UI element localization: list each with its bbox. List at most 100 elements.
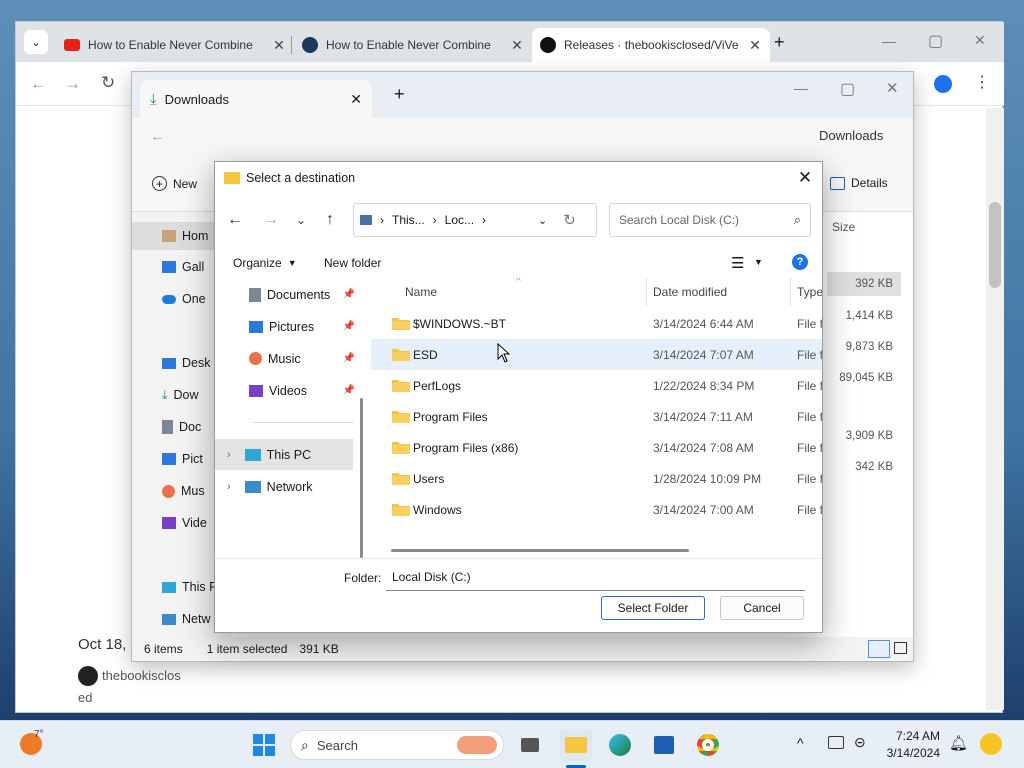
list-item[interactable]: Windows 3/14/2024 7:00 AM File fo	[371, 494, 822, 525]
plus-icon: +	[152, 176, 167, 191]
view-options-icon[interactable]: ☰	[731, 254, 744, 272]
horizontal-scrollbar[interactable]	[391, 549, 689, 552]
address-bar[interactable]: › This... › Loc... › ⌄ ↻	[353, 203, 597, 237]
breadcrumb-this-pc[interactable]: This...	[392, 213, 425, 227]
clock-date[interactable]: 3/14/2024	[872, 746, 940, 760]
tiles-view-icon[interactable]	[894, 642, 907, 654]
type-column-header[interactable]: Type	[797, 285, 822, 299]
chrome-tab-3[interactable]: Releases · thebookisclosed/ViVe ✕	[532, 28, 770, 62]
refresh-icon[interactable]: ↻	[563, 211, 576, 229]
help-icon[interactable]: ?	[792, 254, 808, 270]
chrome-scrollbar[interactable]	[986, 108, 1004, 710]
tree-item-pictures[interactable]: Pictures 📌	[215, 311, 355, 342]
location-icon	[360, 215, 372, 225]
new-button[interactable]: + New	[152, 176, 197, 191]
new-folder-button[interactable]: New folder	[324, 256, 381, 270]
list-item[interactable]: $WINDOWS.~BT 3/14/2024 6:44 AM File fo	[371, 308, 822, 339]
select-folder-button[interactable]: Select Folder	[601, 596, 705, 620]
explorer-minimize-button[interactable]: —	[794, 80, 808, 96]
forward-icon[interactable]: →	[64, 74, 81, 94]
list-item[interactable]: Users 1/28/2024 10:09 PM File fo	[371, 463, 822, 494]
document-icon	[249, 287, 261, 302]
address-dropdown-icon[interactable]: ⌄	[538, 214, 547, 227]
scrollbar-thumb[interactable]	[989, 202, 1001, 288]
pictures-icon	[162, 453, 176, 465]
dialog-title-bar: Select a destination	[215, 162, 822, 193]
tree-item-network[interactable]: › Network	[215, 471, 355, 502]
author-name-cont[interactable]: ed	[78, 690, 92, 705]
author-name[interactable]: thebookisclos	[102, 668, 181, 683]
chevron-right-icon[interactable]: ›	[227, 449, 231, 461]
list-item[interactable]: ESD 3/14/2024 7:07 AM File fo	[371, 339, 822, 370]
tree-item-music[interactable]: Music 📌	[215, 343, 355, 374]
details-button[interactable]: Details	[830, 176, 888, 190]
details-view-icon[interactable]	[868, 640, 890, 658]
taskbar-search[interactable]: ⌕ Search	[290, 730, 504, 760]
date-column-header[interactable]: Date modified	[653, 285, 727, 299]
copilot-icon[interactable]	[980, 733, 1002, 755]
notification-bell-icon[interactable]: 🔔︎	[949, 734, 968, 752]
breadcrumb-local-disk[interactable]: Loc...	[445, 213, 474, 227]
chrome-icon[interactable]	[692, 729, 724, 761]
explorer-close-button[interactable]: ✕	[886, 79, 899, 97]
profile-avatar-icon[interactable]	[934, 75, 952, 93]
author-avatar	[78, 666, 98, 686]
folder-type: File fo	[797, 410, 822, 424]
tree-scrollbar[interactable]	[360, 398, 363, 558]
close-tab-icon[interactable]: ✕	[510, 37, 524, 54]
folder-field[interactable]: Local Disk (C:)	[386, 566, 805, 591]
new-tab-button[interactable]: +	[774, 32, 785, 53]
chrome-tab-1[interactable]: How to Enable Never Combine ✕	[56, 28, 294, 62]
search-box[interactable]: Search Local Disk (C:) ⌕	[609, 203, 811, 237]
weather-temp: 7°	[34, 729, 44, 740]
list-item[interactable]: PerfLogs 1/22/2024 8:34 PM File fo	[371, 370, 822, 401]
chrome-maximize-button[interactable]: ▢	[928, 31, 943, 51]
item-count: 6 items	[144, 642, 183, 656]
new-label: New	[173, 176, 198, 191]
search-input[interactable]: Search Local Disk (C:)	[619, 213, 794, 227]
tab-search-icon[interactable]: ⌄	[24, 30, 48, 54]
store-icon[interactable]	[648, 729, 680, 761]
explorer-breadcrumb[interactable]: Downloads	[819, 128, 883, 143]
cancel-button[interactable]: Cancel	[720, 596, 804, 620]
recent-locations-icon[interactable]: ⌄	[289, 208, 313, 232]
task-view-icon[interactable]	[514, 729, 546, 761]
close-tab-icon[interactable]: ✕	[272, 37, 286, 54]
download-icon: ⤓	[150, 90, 157, 108]
close-tab-icon[interactable]: ✕	[748, 37, 762, 54]
new-tab-button[interactable]: +	[394, 84, 405, 105]
reload-icon[interactable]: ↻	[101, 73, 115, 93]
name-column-header[interactable]: Name	[405, 285, 437, 299]
clock-time[interactable]: 7:24 AM	[880, 729, 940, 743]
size-column-header[interactable]: Size	[832, 220, 855, 234]
close-tab-icon[interactable]: ✕	[350, 91, 362, 108]
explorer-maximize-button[interactable]: ▢	[840, 79, 855, 99]
show-hidden-icons-icon[interactable]: ^	[797, 735, 804, 751]
back-icon[interactable]: ←	[223, 208, 247, 232]
chevron-right-icon[interactable]: ›	[227, 481, 231, 493]
dialog-close-button[interactable]: ✕	[787, 162, 823, 193]
organize-button[interactable]: Organize ▼	[233, 256, 297, 270]
start-icon[interactable]	[248, 729, 280, 761]
network-status-icon[interactable]: ⊝	[854, 734, 866, 751]
chrome-close-button[interactable]: ✕	[974, 32, 986, 49]
chrome-menu-icon[interactable]: ⋮	[974, 72, 990, 92]
tree-item-videos[interactable]: Videos 📌	[215, 375, 355, 406]
chrome-tab-2[interactable]: How to Enable Never Combine ✕	[294, 28, 532, 62]
forward-icon[interactable]: →	[259, 208, 283, 232]
folder-type: File fo	[797, 503, 822, 517]
tree-item-this-pc[interactable]: › This PC	[215, 439, 353, 470]
details-label: Details	[851, 176, 888, 190]
chrome-minimize-button[interactable]: —	[882, 33, 896, 49]
dropdown-arrow-icon[interactable]: ▼	[754, 257, 763, 267]
edge-icon[interactable]	[604, 729, 636, 761]
file-explorer-icon[interactable]	[560, 729, 592, 761]
up-icon[interactable]: ↑	[318, 208, 342, 232]
explorer-tab[interactable]: ⤓ Downloads ✕	[140, 80, 372, 118]
back-icon[interactable]: ←	[150, 128, 165, 145]
list-item[interactable]: Program Files (x86) 3/14/2024 7:08 AM Fi…	[371, 432, 822, 463]
display-icon[interactable]	[828, 736, 844, 749]
list-item[interactable]: Program Files 3/14/2024 7:11 AM File fo	[371, 401, 822, 432]
back-icon[interactable]: ←	[30, 74, 47, 94]
tree-item-documents[interactable]: Documents 📌	[215, 279, 355, 310]
